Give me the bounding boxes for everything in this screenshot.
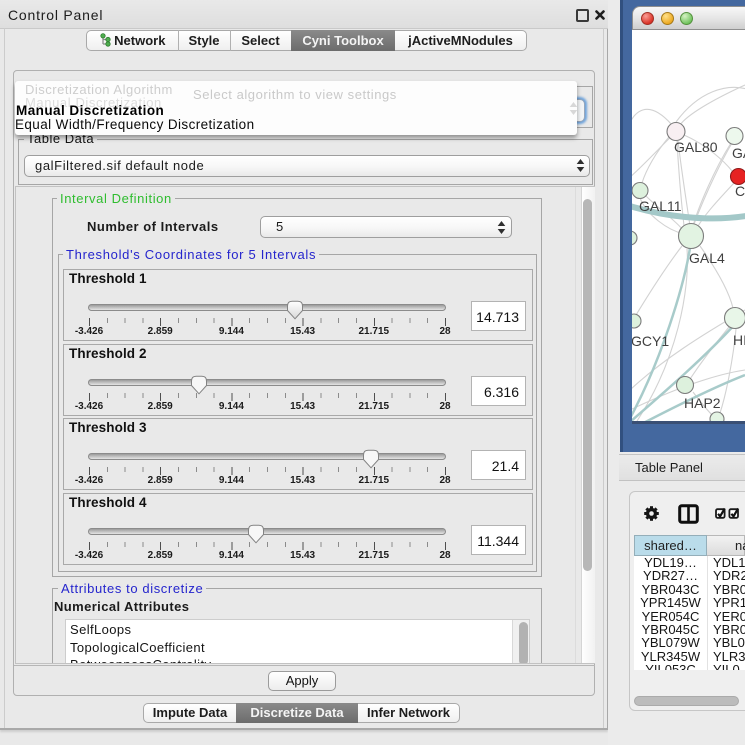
svg-text:GAL4: GAL4: [689, 250, 725, 266]
svg-text:GAL: GAL: [732, 145, 745, 161]
svg-text:C: C: [735, 183, 745, 199]
svg-text:HAP2: HAP2: [684, 395, 721, 411]
svg-text:GAL80: GAL80: [674, 139, 718, 155]
svg-text:GAL11: GAL11: [639, 198, 682, 214]
svg-text:HI: HI: [733, 332, 745, 348]
svg-text:GCY1: GCY1: [632, 333, 669, 349]
